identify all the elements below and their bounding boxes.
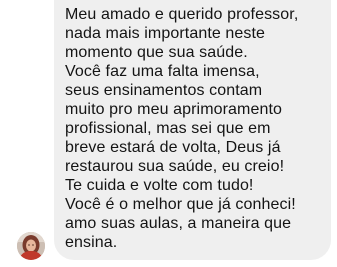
- message-line: muito pro meu aprimoramento: [65, 101, 283, 118]
- chat-thread: Meu amado e querido professor, nada mais…: [0, 0, 337, 267]
- message-line: momento que sua saúde.: [65, 44, 248, 61]
- message-line: seus ensinamentos contam: [65, 82, 263, 99]
- message-line: nada mais importante neste: [65, 25, 266, 42]
- message-line: restaurou sua saúde, eu creio!: [65, 158, 285, 175]
- avatar-photo-icon: [17, 232, 45, 260]
- message-line: Te cuida e volte com tudo!: [65, 177, 254, 194]
- message-line: profissional, mas sei que em: [65, 120, 271, 137]
- message-bubble[interactable]: Meu amado e querido professor, nada mais…: [54, 0, 331, 260]
- message-line: Você faz uma falta imensa,: [65, 63, 260, 80]
- message-line: Meu amado e querido professor,: [65, 6, 299, 23]
- message-line: ensina.: [65, 234, 118, 251]
- message-line: amo suas aulas, a maneira que: [65, 215, 292, 232]
- message-line: breve estará de volta, Deus já: [65, 139, 281, 156]
- message-line: Você é o melhor que já conheci!: [65, 196, 296, 213]
- sender-avatar[interactable]: [17, 232, 45, 260]
